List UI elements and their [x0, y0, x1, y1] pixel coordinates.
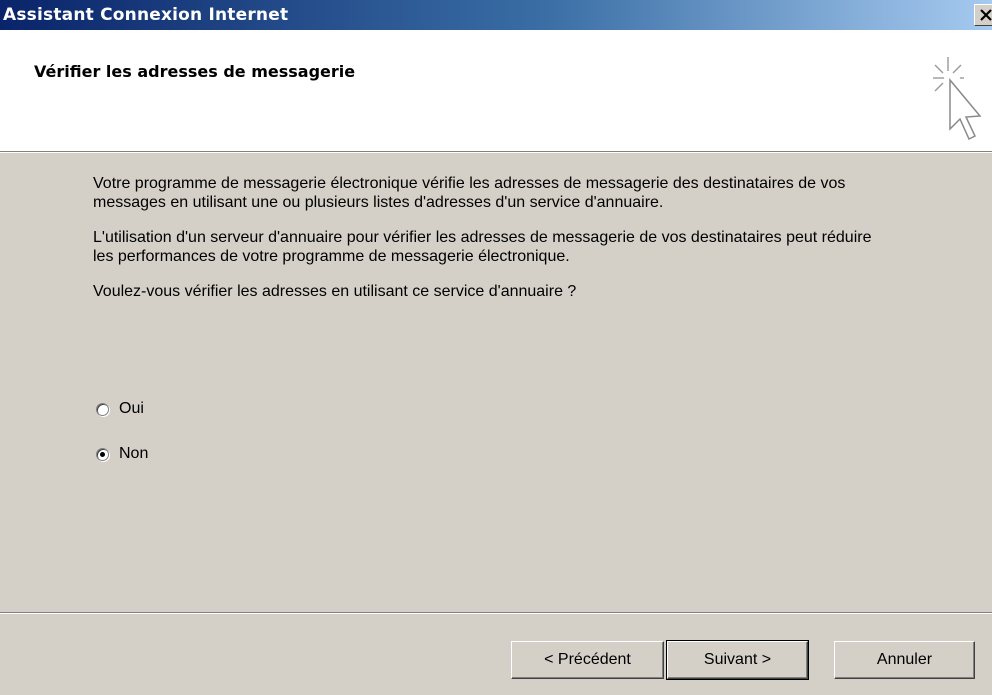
back-button[interactable]: < Précédent: [511, 641, 664, 679]
radio-button-non[interactable]: [96, 447, 109, 461]
close-icon: [980, 9, 992, 21]
cancel-button[interactable]: Annuler: [834, 641, 975, 679]
wizard-content: Votre programme de messagerie électroniq…: [93, 174, 893, 301]
wizard-cursor-sparkle-icon: [933, 57, 982, 141]
description-paragraph-2: L'utilisation d'un serveur d'annuaire po…: [93, 229, 872, 265]
radio-option-non[interactable]: Non: [96, 443, 148, 465]
title-bar[interactable]: Assistant Connexion Internet: [0, 0, 992, 30]
radio-button-oui[interactable]: [96, 402, 109, 416]
radio-label-oui[interactable]: Oui: [119, 400, 144, 418]
radio-option-oui[interactable]: Oui: [96, 398, 144, 420]
wizard-header: Vérifier les adresses de messagerie: [0, 30, 992, 153]
page-title: Vérifier les adresses de messagerie: [34, 62, 356, 81]
wizard-window: Assistant Connexion Internet Vérifier le…: [0, 0, 992, 695]
close-button[interactable]: [974, 4, 992, 26]
radio-label-non[interactable]: Non: [119, 445, 148, 463]
footer-divider: [0, 612, 992, 614]
next-button[interactable]: Suivant >: [666, 640, 809, 680]
description-paragraph-1: Votre programme de messagerie électroniq…: [93, 175, 846, 211]
window-title: Assistant Connexion Internet: [3, 5, 289, 25]
question-text: Voulez-vous vérifier les adresses en uti…: [93, 283, 577, 300]
